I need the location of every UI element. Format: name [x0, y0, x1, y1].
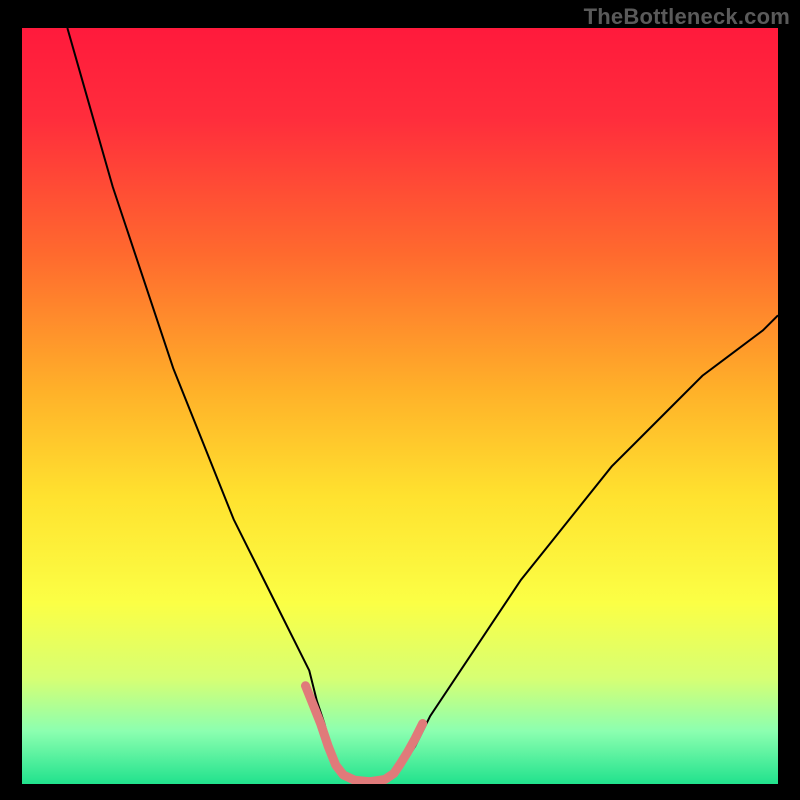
plot-area: [22, 28, 778, 784]
bottleneck-chart: [22, 28, 778, 784]
watermark-text: TheBottleneck.com: [584, 4, 790, 30]
gradient-background: [22, 28, 778, 784]
chart-frame: TheBottleneck.com: [0, 0, 800, 800]
